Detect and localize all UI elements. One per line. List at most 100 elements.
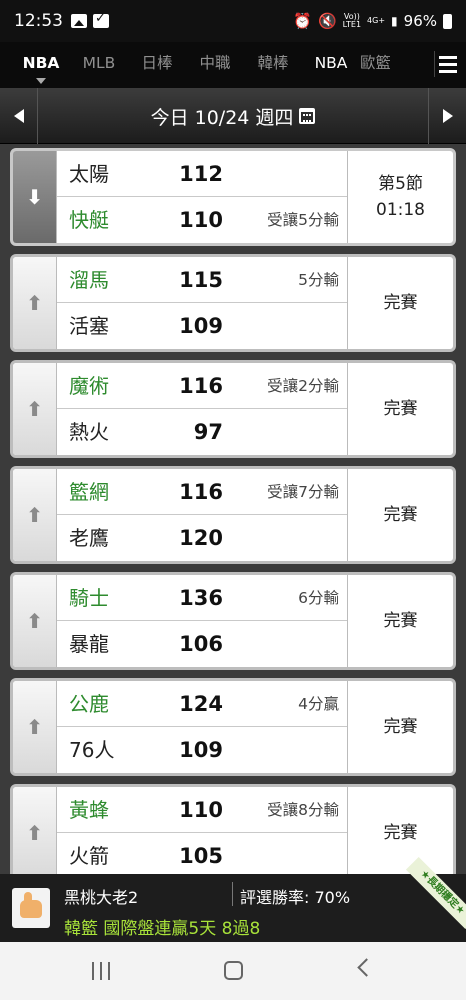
spread-result: 5分輸 [298, 271, 339, 289]
game-status-label: 完賽 [383, 399, 418, 419]
team-score: 109 [179, 738, 223, 762]
back-button[interactable] [357, 958, 376, 977]
team-score: 136 [179, 586, 223, 610]
team-name: 溜馬 [69, 268, 109, 292]
tab-nba-2[interactable]: NBA [302, 42, 360, 88]
game-card[interactable]: ⬆ 溜馬 115 5分輸 活塞 109 完賽 [10, 254, 456, 352]
league-tabs: NBA MLB 日棒 中職 韓棒 NBA 歐籃 [12, 42, 390, 88]
arrow-up-icon: ⬆ [26, 397, 43, 421]
game-status: 第5節 01:18 [347, 151, 453, 243]
team-score: 97 [193, 420, 223, 444]
menu-button[interactable] [434, 51, 457, 77]
next-day-button[interactable] [428, 88, 466, 144]
game-status: 完賽 [347, 363, 453, 455]
home-button[interactable] [224, 961, 243, 980]
game-status: 完賽 [347, 787, 453, 874]
expert-banner[interactable]: 黑桃大老2 評選勝率: 70% 韓籃 國際盤連贏5天 8過8 ★長期穩定★ [0, 856, 466, 942]
spread-result: 6分輸 [298, 589, 339, 607]
expand-button[interactable]: ⬆ [13, 363, 57, 455]
game-status: 完賽 [347, 469, 453, 561]
spread-result: 受讓8分輸 [267, 801, 339, 819]
arrow-right-icon [442, 109, 453, 123]
arrow-up-icon: ⬆ [26, 609, 43, 633]
game-status-label: 完賽 [383, 505, 418, 525]
game-clock: 01:18 [376, 200, 425, 220]
avatar [12, 888, 50, 928]
collapse-button[interactable]: ⬇ [13, 151, 57, 243]
team-name: 籃網 [69, 480, 109, 504]
date-bar: 今日 10/24 週四 [0, 88, 466, 144]
expand-button[interactable]: ⬆ [13, 469, 57, 561]
tab-mlb[interactable]: MLB [70, 42, 128, 88]
tab-kbo[interactable]: 韓棒 [244, 42, 302, 88]
game-status-label: 完賽 [383, 293, 418, 313]
team-score: 116 [179, 480, 223, 504]
game-status: 完賽 [347, 681, 453, 773]
check-icon [93, 11, 109, 28]
team-name: 快艇 [69, 208, 109, 232]
calendar-icon [299, 108, 316, 124]
expert-name: 黑桃大老2 [64, 888, 139, 907]
arrow-left-icon [13, 109, 24, 123]
tab-euro-basketball[interactable]: 歐籃 [360, 42, 390, 88]
win-rate: 評選勝率: 70% [240, 888, 351, 907]
game-period: 第5節 [378, 174, 423, 194]
expand-button[interactable]: ⬆ [13, 257, 57, 349]
divider [232, 882, 233, 906]
team-name: 騎士 [69, 586, 109, 610]
game-card[interactable]: ⬆ 魔術 116 受讓2分輸 熱火 97 完賽 [10, 360, 456, 458]
date-selector[interactable]: 今日 10/24 週四 [38, 88, 428, 144]
team-name: 魔術 [69, 374, 109, 398]
game-status: 完賽 [347, 575, 453, 667]
game-list[interactable]: ⬇ 太陽 112 快艇 110 受讓5分輸 第5節 01:18 ⬆ 溜馬 115… [0, 144, 466, 874]
league-tab-bar: NBA MLB 日棒 中職 韓棒 NBA 歐籃 [0, 42, 466, 88]
team-score: 109 [179, 314, 223, 338]
battery-icon [443, 13, 452, 29]
expand-button[interactable]: ⬆ [13, 575, 57, 667]
arrow-down-icon: ⬇ [26, 185, 43, 209]
game-status-label: 完賽 [383, 823, 418, 843]
team-name: 76人 [69, 738, 115, 762]
game-status: 完賽 [347, 257, 453, 349]
system-nav-bar [0, 942, 466, 1000]
game-card[interactable]: ⬆ 公鹿 124 4分贏 76人 109 完賽 [10, 678, 456, 776]
team-score: 112 [179, 162, 223, 186]
alarm-icon: ⏰ [293, 12, 312, 30]
image-icon [71, 14, 87, 28]
clock: 12:53 [14, 11, 63, 31]
game-status-label: 完賽 [383, 717, 418, 737]
team-score: 124 [179, 692, 223, 716]
team-name: 老鷹 [69, 526, 109, 550]
menu-icon [439, 56, 457, 59]
previous-day-button[interactable] [0, 88, 38, 144]
team-name: 黃蜂 [69, 798, 109, 822]
status-bar: 12:53 ⏰ 🔇 Vo)) LTE1 4G+ ▮ 96% [0, 0, 466, 42]
team-name: 活塞 [69, 314, 109, 338]
game-card[interactable]: ⬆ 籃網 116 受讓7分輸 老鷹 120 完賽 [10, 466, 456, 564]
team-name: 熱火 [69, 420, 109, 444]
spread-result: 4分贏 [298, 695, 339, 713]
game-card[interactable]: ⬆ 黃蜂 110 受讓8分輸 火箭 105 完賽 [10, 784, 456, 874]
game-status-label: 完賽 [383, 611, 418, 631]
tab-nba[interactable]: NBA [12, 42, 70, 88]
arrow-up-icon: ⬆ [26, 715, 43, 739]
tab-npb[interactable]: 日棒 [128, 42, 186, 88]
team-score: 110 [179, 798, 223, 822]
game-card[interactable]: ⬇ 太陽 112 快艇 110 受讓5分輸 第5節 01:18 [10, 148, 456, 246]
promo-text: 韓籃 國際盤連贏5天 8過8 [64, 919, 261, 939]
team-name: 公鹿 [69, 692, 109, 716]
expand-button[interactable]: ⬆ [13, 681, 57, 773]
recent-apps-button[interactable] [92, 962, 112, 980]
arrow-up-icon: ⬆ [26, 821, 43, 845]
spread-result: 受讓5分輸 [267, 211, 339, 229]
team-score: 116 [179, 374, 223, 398]
team-score: 106 [179, 632, 223, 656]
team-score: 105 [179, 844, 223, 868]
tab-cpbl[interactable]: 中職 [186, 42, 244, 88]
spread-result: 受讓2分輸 [267, 377, 339, 395]
expand-button[interactable]: ⬆ [13, 787, 57, 874]
signal-icon: ▮ [391, 14, 398, 28]
team-score: 120 [179, 526, 223, 550]
game-card[interactable]: ⬆ 騎士 136 6分輸 暴龍 106 完賽 [10, 572, 456, 670]
date-label: 今日 10/24 週四 [150, 106, 294, 129]
